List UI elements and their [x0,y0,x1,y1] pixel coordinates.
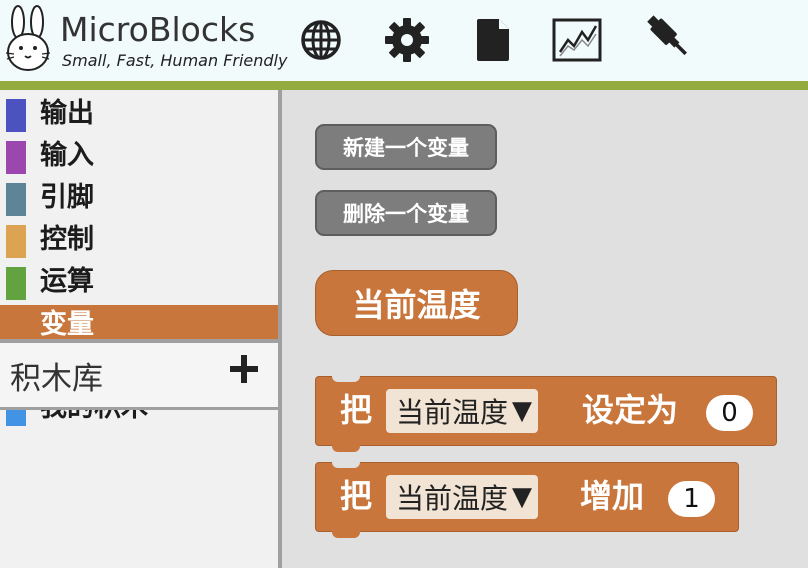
category-control[interactable]: 控制 [0,220,278,260]
library-label: 积木库 [10,361,103,397]
variable-dropdown[interactable]: 当前温度 ▼ [386,389,539,433]
top-bar: MicroBlocks Small, Fast, Human Friendly [0,0,808,81]
variable-reporter-block[interactable]: 当前温度 [315,270,518,336]
header-divider [0,81,808,90]
variable-dropdown[interactable]: 当前温度 ▼ [386,475,539,519]
app-title: MicroBlocks [60,10,256,49]
add-library-icon[interactable] [228,353,260,385]
category-label: 引脚 [40,182,94,213]
dropdown-arrow-icon: ▼ [512,482,533,512]
category-label: 控制 [40,224,94,255]
dropdown-arrow-icon: ▼ [512,396,533,426]
category-swatch [6,267,26,300]
change-block-prefix: 把 [340,477,373,515]
library-section: 积木库 [0,343,278,407]
dropdown-value: 当前温度 [396,396,509,429]
block-notch [332,376,360,382]
graph-icon[interactable] [552,14,602,66]
set-value-input[interactable]: 0 [706,395,753,431]
set-block-action: 设定为 [582,391,679,429]
category-label: 输入 [40,140,94,171]
category-operators[interactable]: 运算 [0,262,278,302]
new-variable-button[interactable]: 新建一个变量 [315,124,497,170]
category-swatch [6,141,26,174]
change-block-action: 增加 [580,477,645,515]
category-label: 输出 [40,98,94,129]
dropdown-value: 当前温度 [396,482,509,515]
category-swatch [6,183,26,216]
file-icon[interactable] [468,14,518,66]
bunny-logo-icon [5,5,51,71]
library-divider [0,407,278,410]
change-value-input[interactable]: 1 [668,481,715,517]
block-tab [332,531,360,538]
category-input[interactable]: 输入 [0,136,278,176]
set-variable-block[interactable]: 把 当前温度 ▼ 设定为 0 [315,376,777,452]
app-subtitle: Small, Fast, Human Friendly [62,51,288,70]
globe-icon[interactable] [296,14,346,66]
set-block-prefix: 把 [340,391,373,429]
category-sidebar: 输出 输入 引脚 控制 运算 变量 数据 我的积木 [0,90,282,568]
delete-variable-button[interactable]: 删除一个变量 [315,190,497,236]
category-pins[interactable]: 引脚 [0,178,278,218]
block-tab [332,445,360,452]
change-variable-block[interactable]: 把 当前温度 ▼ 增加 1 [315,462,739,538]
usb-plug-icon[interactable] [638,14,688,66]
category-swatch [6,225,26,258]
block-notch [332,462,360,468]
category-output[interactable]: 输出 [0,94,278,134]
category-swatch [6,99,26,132]
category-label: 运算 [40,266,94,297]
category-label: 变量 [40,309,94,340]
gear-icon[interactable] [382,14,432,66]
